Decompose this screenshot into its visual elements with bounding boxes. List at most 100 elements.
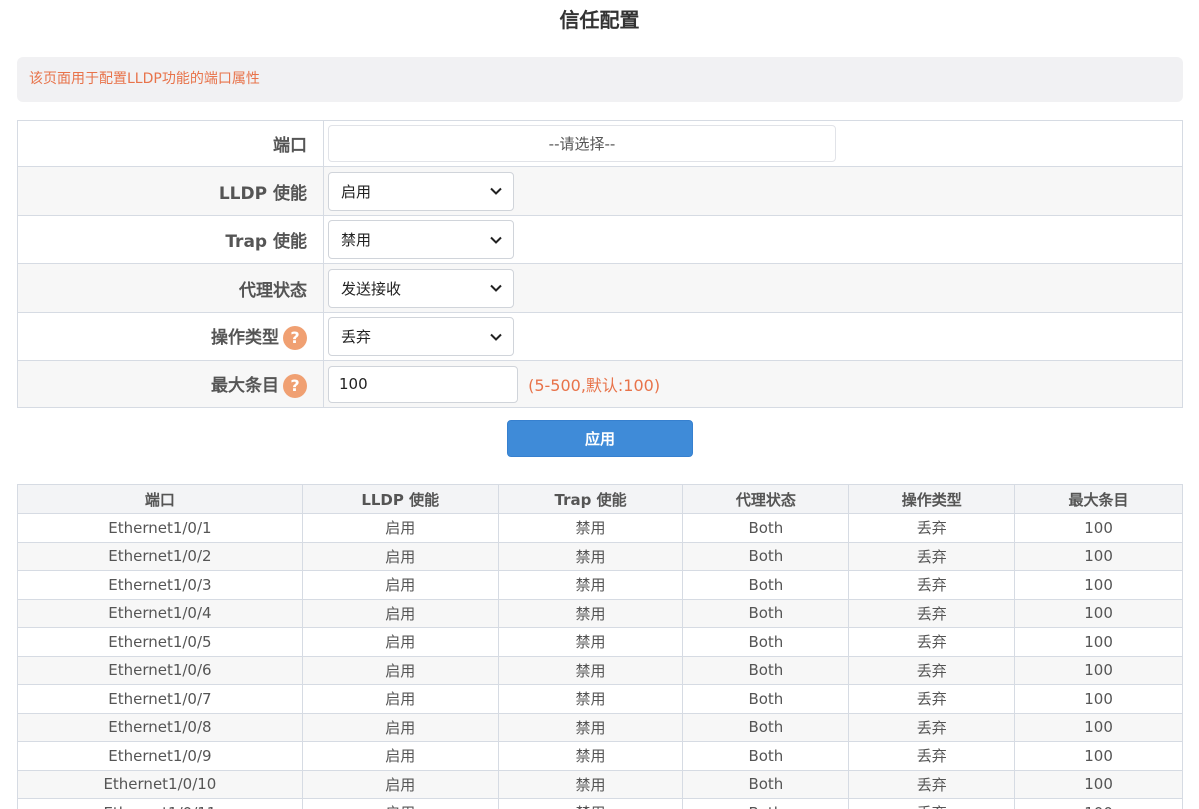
operation-type-select[interactable]: 丢弃 (328, 317, 514, 356)
table-cell: Both (682, 798, 850, 809)
table-row[interactable]: Ethernet1/0/11启用禁用Both丢弃100 (17, 798, 1183, 809)
port-select[interactable]: --请选择-- (328, 125, 836, 162)
trap-enable-value: 禁用 (341, 231, 372, 249)
table-cell: 禁用 (497, 570, 684, 600)
form-row-operation-type: 操作类型? 丢弃 (17, 312, 1183, 361)
table-cell: 禁用 (497, 541, 684, 571)
table-cell: 禁用 (497, 513, 684, 543)
table-cell: 100 (1014, 598, 1183, 628)
table-cell: Both (682, 655, 850, 685)
table-cell: 100 (1014, 684, 1183, 714)
lldp-enable-select[interactable]: 启用 (328, 171, 514, 211)
table-cell: Ethernet1/0/2 (17, 541, 303, 571)
table-cell: 启用 (301, 570, 499, 600)
agent-state-select[interactable]: 发送接收 (328, 268, 514, 308)
lldp-enable-value: 启用 (341, 182, 372, 201)
table-row[interactable]: Ethernet1/0/5 启用 禁用 Both 丢弃 100 (17, 627, 1183, 657)
form-row-port: 端口 --请选择-- (17, 120, 1183, 167)
table-cell: 启用 (301, 712, 499, 742)
table-cell: 禁用 (497, 769, 684, 799)
table-cell: 100 (1014, 570, 1183, 600)
operation-type-label: 操作类型 (211, 328, 279, 348)
table-cell: Ethernet1/0/1 (17, 513, 303, 543)
table-cell: 禁用 (497, 598, 684, 628)
table-cell: 启用 (301, 541, 499, 571)
table-cell: 启用 (301, 798, 499, 809)
table-cell: 丢弃 (848, 684, 1016, 714)
table-cell: 100 (1014, 627, 1183, 657)
table-cell: 100 (1014, 741, 1183, 771)
table-body: Ethernet1/0/1 启用 禁用 Both 丢弃 100 Ethernet1/0/2 启… (17, 513, 1183, 809)
table-cell: 丢弃 (848, 513, 1016, 543)
table-row[interactable]: Ethernet1/0/8 启用 禁用 Both 丢弃 100 (17, 712, 1183, 742)
trap-enable-label: Trap 使能 (17, 215, 324, 264)
table-cell: 100 (1014, 712, 1183, 742)
table-cell: 丢弃 (848, 741, 1016, 771)
column-header: Trap 使能 (497, 484, 684, 514)
table-cell: Ethernet1/0/5 (17, 627, 303, 657)
table-row[interactable]: Ethernet1/0/1 启用 禁用 Both 丢弃 100 (17, 513, 1183, 543)
column-header: 代理状态 (682, 484, 850, 514)
apply-button[interactable]: 应用 (507, 420, 693, 457)
table-cell: 丢弃 (848, 627, 1016, 657)
help-icon[interactable]: ? (283, 326, 307, 350)
table-cell: 100 (1014, 798, 1183, 809)
table-row[interactable]: Ethernet1/0/7 启用 禁用 Both 丢弃 100 (17, 684, 1183, 714)
table-row[interactable]: Ethernet1/0/6 启用 禁用 Both 丢弃 100 (17, 655, 1183, 685)
agent-state-value: 发送接收 (341, 279, 402, 298)
table-cell: Both (682, 741, 850, 771)
table-cell: Both (682, 541, 850, 571)
port-label: 端口 (17, 120, 324, 167)
table-cell: 启用 (301, 655, 499, 685)
form-row-trap-enable: Trap 使能 禁用 (17, 215, 1183, 264)
max-entries-input[interactable] (328, 365, 518, 403)
table-row[interactable]: Ethernet1/0/10 启用 禁用 Both 丢弃 100 (17, 769, 1183, 799)
lldp-port-table: 端口 LLDP 使能 Trap 使能 代理状态 操作类型 最大条目 Ethern… (17, 484, 1183, 809)
form-row-max-entries: 最大条目? (5-500,默认:100) (17, 360, 1183, 408)
chevron-down-icon (490, 236, 502, 244)
trap-enable-select[interactable]: 禁用 (328, 220, 514, 259)
agent-state-label: 代理状态 (17, 263, 324, 313)
table-cell: 丢弃 (848, 655, 1016, 685)
column-header: 操作类型 (848, 484, 1016, 514)
table-cell: Ethernet1/0/7 (17, 684, 303, 714)
config-form: 端口 --请选择-- LLDP 使能 启用 Trap 使能 禁用 代理状态 发送… (17, 120, 1183, 408)
table-cell: 100 (1014, 655, 1183, 685)
lldp-config-page: 信任配置 该页面用于配置LLDP功能的端口属性 端口 --请选择-- LLDP … (0, 0, 1199, 809)
table-cell: 丢弃 (848, 570, 1016, 600)
table-cell: 禁用 (497, 655, 684, 685)
table-header: 端口 LLDP 使能 Trap 使能 代理状态 操作类型 最大条目 (17, 484, 1183, 514)
help-icon[interactable]: ? (283, 373, 307, 398)
table-row[interactable]: Ethernet1/0/3 启用 禁用 Both 丢弃 100 (17, 570, 1183, 600)
table-cell: Both (682, 513, 850, 543)
table-cell: 启用 (301, 627, 499, 657)
lldp-enable-label: LLDP 使能 (17, 166, 324, 216)
chevron-down-icon (490, 333, 502, 341)
table-cell: 启用 (301, 741, 499, 771)
table-row[interactable]: Ethernet1/0/9 启用 禁用 Both 丢弃 100 (17, 741, 1183, 771)
table-cell: 100 (1014, 769, 1183, 799)
table-cell: Ethernet1/0/8 (17, 712, 303, 742)
table-row[interactable]: Ethernet1/0/4 启用 禁用 Both 丢弃 100 (17, 598, 1183, 628)
table-cell: Ethernet1/0/9 (17, 741, 303, 771)
table-cell: 100 (1014, 513, 1183, 543)
max-entries-hint: (5-500,默认:100) (528, 376, 661, 395)
table-cell: 禁用 (497, 798, 684, 809)
column-header: 最大条目 (1014, 484, 1183, 514)
table-cell: 禁用 (497, 627, 684, 657)
table-cell: Both (682, 769, 850, 799)
table-cell: 丢弃 (848, 712, 1016, 742)
table-cell: Ethernet1/0/4 (17, 598, 303, 628)
table-cell: 丢弃 (848, 541, 1016, 571)
table-cell: 丢弃 (848, 769, 1016, 799)
table-cell: Ethernet1/0/11 (17, 798, 303, 809)
table-cell: 启用 (301, 684, 499, 714)
table-cell: 禁用 (497, 741, 684, 771)
table-row[interactable]: Ethernet1/0/2 启用 禁用 Both 丢弃 100 (17, 541, 1183, 571)
table-cell: Ethernet1/0/3 (17, 570, 303, 600)
info-notice: 该页面用于配置LLDP功能的端口属性 (17, 57, 1183, 102)
form-row-agent-state: 代理状态 发送接收 (17, 263, 1183, 313)
table-cell: Both (682, 712, 850, 742)
table-cell: 启用 (301, 513, 499, 543)
column-header: 端口 (17, 484, 303, 514)
